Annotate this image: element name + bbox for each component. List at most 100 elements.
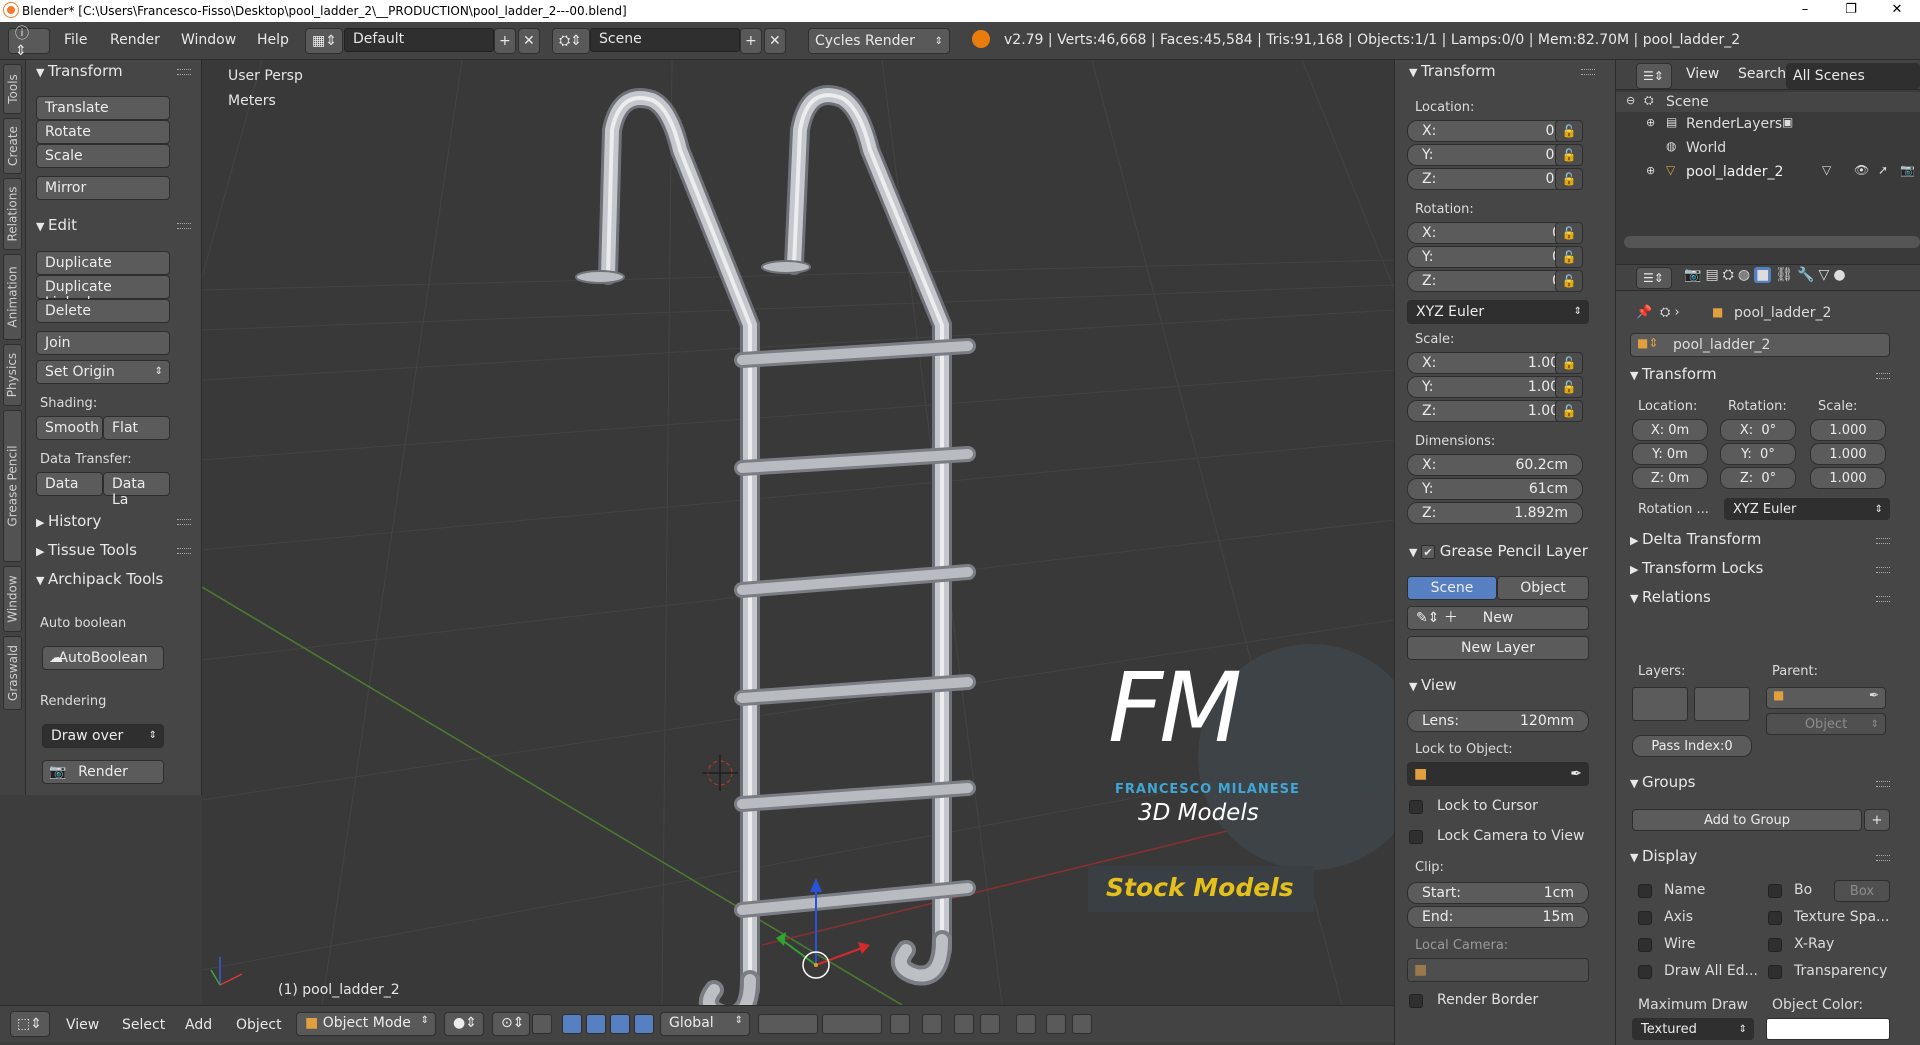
pool-ladder-model[interactable]	[575, 85, 976, 1005]
obj-rotation-z[interactable]: Z: 0°	[1720, 467, 1796, 489]
obj-location-y[interactable]: Y: 0m	[1632, 443, 1708, 465]
parent-type-select[interactable]: Object ⇕	[1766, 713, 1886, 735]
snap-element-icon[interactable]	[980, 1014, 1000, 1034]
panel-grip-icon[interactable]	[1876, 373, 1890, 379]
panel-grip-icon[interactable]	[177, 519, 191, 525]
properties-editor-icon[interactable]: ☰⇕	[1636, 267, 1672, 289]
delete-button[interactable]: Delete	[36, 299, 170, 323]
add-group-plus-icon[interactable]: +	[1864, 809, 1890, 831]
gp-new-button[interactable]: ✎⇕ ＋ New	[1407, 606, 1589, 630]
display-name-checkbox[interactable]	[1638, 884, 1652, 898]
expand-icon[interactable]: ⊕	[1646, 116, 1655, 129]
obj-scale-y[interactable]: 1.000	[1810, 443, 1886, 465]
layers-grid-b[interactable]	[822, 1014, 882, 1034]
obj-scale-z[interactable]: 1.000	[1810, 467, 1886, 489]
gp-scene-tab[interactable]: Scene	[1407, 576, 1497, 600]
obj-location-z[interactable]: Z: 0m	[1632, 467, 1708, 489]
eyedropper-icon[interactable]: ✒	[1570, 763, 1582, 785]
rotation-mode-select[interactable]: XYZ Euler ⇕	[1407, 300, 1589, 324]
object-name-field[interactable]: ■⇕ pool_ladder_2	[1630, 333, 1890, 357]
material-context-icon[interactable]: ●	[1833, 267, 1845, 283]
scale-manipulator-icon[interactable]	[610, 1014, 630, 1034]
lock-object-field[interactable]: ■ ✒	[1407, 762, 1589, 786]
lock-icon[interactable]: 🔓	[1555, 222, 1583, 244]
tab-create[interactable]: Create	[3, 118, 22, 174]
renderable-camera-icon[interactable]: 📷	[1900, 163, 1915, 177]
outliner-editor-icon[interactable]: ☰⇕	[1636, 63, 1672, 89]
menu-help[interactable]: Help	[257, 32, 289, 48]
tissue-tools-header[interactable]: Tissue Tools	[36, 541, 137, 559]
dimension-x-field[interactable]: X: 60.2cm	[1407, 454, 1583, 476]
display-xray-checkbox[interactable]	[1768, 938, 1782, 952]
panel-grip-icon[interactable]	[1876, 538, 1890, 544]
gp-new-layer-button[interactable]: New Layer	[1407, 636, 1589, 660]
lock-icon[interactable]: 🔓	[1555, 144, 1583, 166]
constraints-context-icon[interactable]: ⛓	[1775, 267, 1793, 283]
obj-rotation-mode-select[interactable]: XYZ Euler ⇕	[1724, 498, 1890, 520]
data-context-icon[interactable]: ▽	[1819, 267, 1830, 283]
viewport-shading-select[interactable]: ●⇕	[444, 1012, 484, 1036]
display-draw-all-checkbox[interactable]	[1638, 965, 1652, 979]
display-wire-checkbox[interactable]	[1638, 938, 1652, 952]
gp-object-tab[interactable]: Object	[1497, 576, 1589, 600]
lock-icon[interactable]: 🔓	[1555, 352, 1583, 374]
selectable-cursor-icon[interactable]: ➚	[1878, 163, 1888, 177]
pass-index-field[interactable]: Pass Index:0	[1632, 735, 1752, 757]
menu-select[interactable]: Select	[122, 1017, 165, 1033]
display-bounds-checkbox[interactable]	[1768, 884, 1782, 898]
scene-context-icon[interactable]: ⛭	[1723, 267, 1734, 283]
scene-field[interactable]: Scene	[590, 28, 740, 52]
outliner-search-menu[interactable]: Search	[1738, 66, 1786, 82]
history-panel-header[interactable]: History	[36, 512, 101, 530]
smooth-button[interactable]: Smooth	[36, 416, 103, 440]
3d-viewport[interactable]: User Persp Meters (1) pool_ladder_2 FM F…	[202, 60, 1394, 1005]
maximize-button[interactable]: ❐	[1828, 0, 1874, 22]
data-layout-button[interactable]: Data La	[103, 472, 170, 508]
editor-type-3d-icon[interactable]: ⬚⇕	[10, 1011, 50, 1037]
object-color-swatch[interactable]	[1766, 1018, 1890, 1040]
lock-camera-checkbox[interactable]	[1409, 830, 1423, 844]
obj-rotation-y[interactable]: Y: 0°	[1720, 443, 1796, 465]
world-context-icon[interactable]: ◍	[1738, 267, 1750, 283]
display-header[interactable]: Display	[1630, 847, 1697, 865]
lock-cursor-checkbox[interactable]	[1409, 800, 1423, 814]
relations-header[interactable]: Relations	[1630, 588, 1711, 606]
add-to-group-button[interactable]: Add to Group	[1632, 809, 1862, 831]
tab-animation[interactable]: Animation	[3, 254, 22, 340]
lock-icon[interactable]: 🔓	[1555, 120, 1583, 142]
autoboolean-button[interactable]: ☁ AutoBoolean	[42, 646, 164, 670]
tab-relations[interactable]: Relations	[3, 178, 22, 250]
panel-grip-icon[interactable]	[1581, 69, 1595, 75]
panel-grip-icon[interactable]	[1876, 855, 1890, 861]
tab-window[interactable]: Window	[3, 566, 22, 632]
editor-type-info-icon[interactable]: ⓘ ⇕	[8, 26, 50, 59]
obj-transform-header[interactable]: Transform	[1630, 365, 1717, 383]
groups-header[interactable]: Groups	[1630, 773, 1695, 791]
data-button[interactable]: Data	[36, 472, 103, 496]
animation-render-icon[interactable]	[1072, 1014, 1092, 1034]
set-origin-select[interactable]: Set Origin ⇕	[36, 360, 170, 384]
panel-grip-icon[interactable]	[1876, 781, 1890, 787]
layer-grid-b[interactable]	[1694, 687, 1750, 721]
render-layer-toggle-icon[interactable]: ▣	[1782, 115, 1793, 129]
local-camera-field[interactable]: ■	[1407, 958, 1589, 982]
lock-icon[interactable]: 🔓	[1555, 376, 1583, 398]
opengl-render-icon[interactable]	[1046, 1014, 1066, 1034]
mode-select[interactable]: ■ Object Mode ⇕	[296, 1012, 436, 1036]
obj-rotation-x[interactable]: X: 0°	[1720, 419, 1796, 441]
outliner-scrollbar[interactable]	[1624, 236, 1920, 248]
flat-button[interactable]: Flat	[103, 416, 170, 440]
remove-layout-icon[interactable]: ✕	[518, 28, 540, 54]
object-context-icon[interactable]: ■	[1754, 267, 1772, 283]
max-draw-select[interactable]: Textured ⇕	[1632, 1018, 1754, 1040]
outliner-row-renderlayers[interactable]: ⊕ ▤ RenderLayers ▣	[1616, 114, 1920, 134]
archipack-tools-header[interactable]: Archipack Tools	[36, 570, 163, 588]
dimension-z-field[interactable]: Z: 1.892m	[1407, 502, 1583, 524]
add-layout-icon[interactable]: +	[494, 28, 516, 54]
render-engine-select[interactable]: Cycles Render ⇕	[808, 28, 950, 54]
3d-cursor-icon[interactable]	[702, 755, 738, 791]
translate-manipulator-icon[interactable]	[562, 1014, 582, 1034]
layers-grid-a[interactable]	[758, 1014, 818, 1034]
tab-tools[interactable]: Tools	[3, 64, 22, 114]
obj-location-x[interactable]: X: 0m	[1632, 419, 1708, 441]
